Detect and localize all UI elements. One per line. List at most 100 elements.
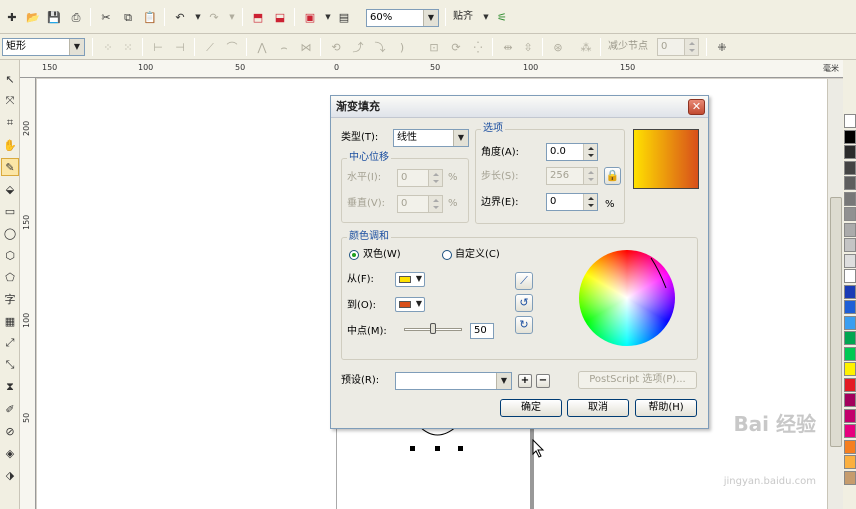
selection-handle[interactable] (458, 446, 463, 451)
undo-dropdown-icon[interactable]: ▼ (190, 9, 206, 25)
palette-swatch[interactable] (844, 191, 856, 206)
open-icon[interactable]: 📂 (25, 9, 41, 25)
cusp-node-icon[interactable]: ⋀ (254, 39, 270, 55)
palette-swatch[interactable] (844, 331, 856, 345)
welcome-screen-icon[interactable]: ▤ (336, 9, 352, 25)
polygon-tool-icon[interactable]: ⬡ (1, 246, 19, 264)
symmetrical-node-icon[interactable]: ⋈ (298, 39, 314, 55)
outline-tool-icon[interactable]: ⊘ (1, 422, 19, 440)
save-icon[interactable]: 💾 (46, 9, 62, 25)
spinner-icon[interactable] (583, 144, 597, 160)
midpoint-slider-thumb[interactable] (430, 323, 436, 334)
undo-icon[interactable]: ↶ (172, 9, 188, 25)
cancel-button[interactable]: 取消 (567, 399, 629, 417)
reflect-vertical-icon[interactable]: ⇳ (520, 39, 536, 55)
ellipse-tool-icon[interactable]: ◯ (1, 224, 19, 242)
freehand-tool-icon[interactable]: ✎ (1, 158, 19, 176)
palette-swatch[interactable] (844, 114, 856, 128)
select-all-nodes-icon[interactable]: ⁜ (714, 39, 730, 55)
stretch-nodes-icon[interactable]: ⊡ (426, 39, 442, 55)
elastic-mode-icon[interactable]: ⊛ (550, 39, 566, 55)
blend-tool-icon[interactable]: ⧗ (1, 378, 19, 396)
add-preset-icon[interactable]: + (518, 374, 532, 388)
zoom-level-select[interactable]: 60% ▼ (366, 9, 439, 27)
vertical-field[interactable]: 0 (397, 195, 443, 213)
vertical-scrollbar[interactable] (827, 79, 843, 509)
palette-swatch[interactable] (844, 238, 856, 252)
from-color-picker[interactable]: ▼ (395, 272, 425, 287)
break-curve-icon[interactable]: ⊣ (172, 39, 188, 55)
reflect-horizontal-icon[interactable]: ⇹ (500, 39, 516, 55)
ok-button[interactable]: 确定 (500, 399, 562, 417)
dimension-tool-icon[interactable]: ⤢ (1, 334, 19, 352)
two-color-radio[interactable] (349, 250, 359, 260)
extend-curve-icon[interactable]: ⤴ (350, 39, 366, 55)
add-node-icon[interactable]: ⁘ (100, 39, 116, 55)
palette-swatch[interactable] (844, 393, 856, 407)
spinner-icon[interactable] (583, 168, 597, 184)
redo-icon[interactable]: ↷ (206, 9, 222, 25)
fill-tool-icon[interactable]: ◈ (1, 444, 19, 462)
close-icon[interactable]: ✕ (688, 99, 705, 115)
extract-subpath-icon[interactable]: ⤵ (372, 39, 388, 55)
palette-swatch[interactable] (844, 377, 856, 392)
smart-fill-icon[interactable]: ⬙ (1, 180, 19, 198)
postscript-options-button[interactable]: PostScript 选项(P)... (578, 371, 697, 389)
basic-shapes-icon[interactable]: ⬠ (1, 268, 19, 286)
snap-to-label[interactable]: 贴齐 (453, 8, 473, 26)
clockwise-blend-icon[interactable]: ↻ (515, 316, 533, 334)
paste-icon[interactable]: 📋 (142, 9, 158, 25)
spinner-icon[interactable] (428, 170, 442, 186)
redo-dropdown-icon[interactable]: ▼ (224, 9, 240, 25)
eyedropper-tool-icon[interactable]: ✐ (1, 400, 19, 418)
shape-tool-icon[interactable]: ⤧ (1, 92, 19, 110)
reduce-nodes-field[interactable]: 0 (657, 38, 699, 56)
launcher-dropdown-icon[interactable]: ▼ (320, 9, 336, 25)
palette-swatch[interactable] (844, 253, 856, 268)
palette-swatch[interactable] (844, 408, 856, 423)
pick-tool-icon[interactable]: ↖ (1, 70, 19, 88)
remove-preset-icon[interactable]: − (536, 374, 550, 388)
cut-icon[interactable]: ✂ (98, 9, 114, 25)
palette-swatch[interactable] (844, 455, 856, 469)
palette-swatch[interactable] (844, 284, 856, 299)
align-nodes-icon[interactable]: ⁛ (470, 39, 486, 55)
selection-handle[interactable] (410, 446, 415, 451)
export-icon[interactable]: ⬓ (272, 9, 288, 25)
palette-swatch[interactable] (844, 207, 856, 221)
select-all-nodes-icon[interactable]: ⁂ (578, 39, 594, 55)
join-nodes-icon[interactable]: ⊢ (150, 39, 166, 55)
palette-swatch[interactable] (844, 176, 856, 190)
presets-select[interactable]: ▼ (395, 372, 512, 390)
palette-swatch[interactable] (844, 129, 856, 144)
rotate-nodes-icon[interactable]: ⟳ (448, 39, 464, 55)
midpoint-field[interactable]: 50 (470, 323, 494, 339)
palette-swatch[interactable] (844, 222, 856, 237)
options-icon[interactable]: ⚟ (494, 9, 510, 25)
palette-swatch[interactable] (844, 145, 856, 159)
palette-swatch[interactable] (844, 424, 856, 438)
delete-node-icon[interactable]: ⁙ (120, 39, 136, 55)
convert-to-line-icon[interactable]: ⟋ (202, 39, 218, 55)
palette-swatch[interactable] (844, 269, 856, 283)
spinner-icon[interactable] (684, 39, 698, 55)
print-icon[interactable]: ⎙ (68, 9, 84, 25)
rectangle-tool-icon[interactable]: ▭ (1, 202, 19, 220)
selection-handle[interactable] (435, 446, 440, 451)
custom-radio[interactable] (442, 250, 452, 260)
spinner-icon[interactable] (428, 196, 442, 212)
palette-swatch[interactable] (844, 470, 856, 485)
palette-swatch[interactable] (844, 160, 856, 175)
scrollbar-thumb[interactable] (830, 197, 842, 447)
copy-icon[interactable]: ⧉ (120, 9, 136, 25)
text-tool-icon[interactable]: 字 (1, 290, 19, 308)
application-launcher-icon[interactable]: ▣ (302, 9, 318, 25)
horizontal-field[interactable]: 0 (397, 169, 443, 187)
palette-swatch[interactable] (844, 315, 856, 330)
help-button[interactable]: 帮助(H) (635, 399, 697, 417)
convert-to-curve-icon[interactable]: ⌒ (224, 39, 240, 55)
reverse-direction-icon[interactable]: ⟲ (328, 39, 344, 55)
angle-field[interactable]: 0.0 (546, 143, 598, 161)
palette-swatch[interactable] (844, 362, 856, 376)
palette-swatch[interactable] (844, 346, 856, 361)
